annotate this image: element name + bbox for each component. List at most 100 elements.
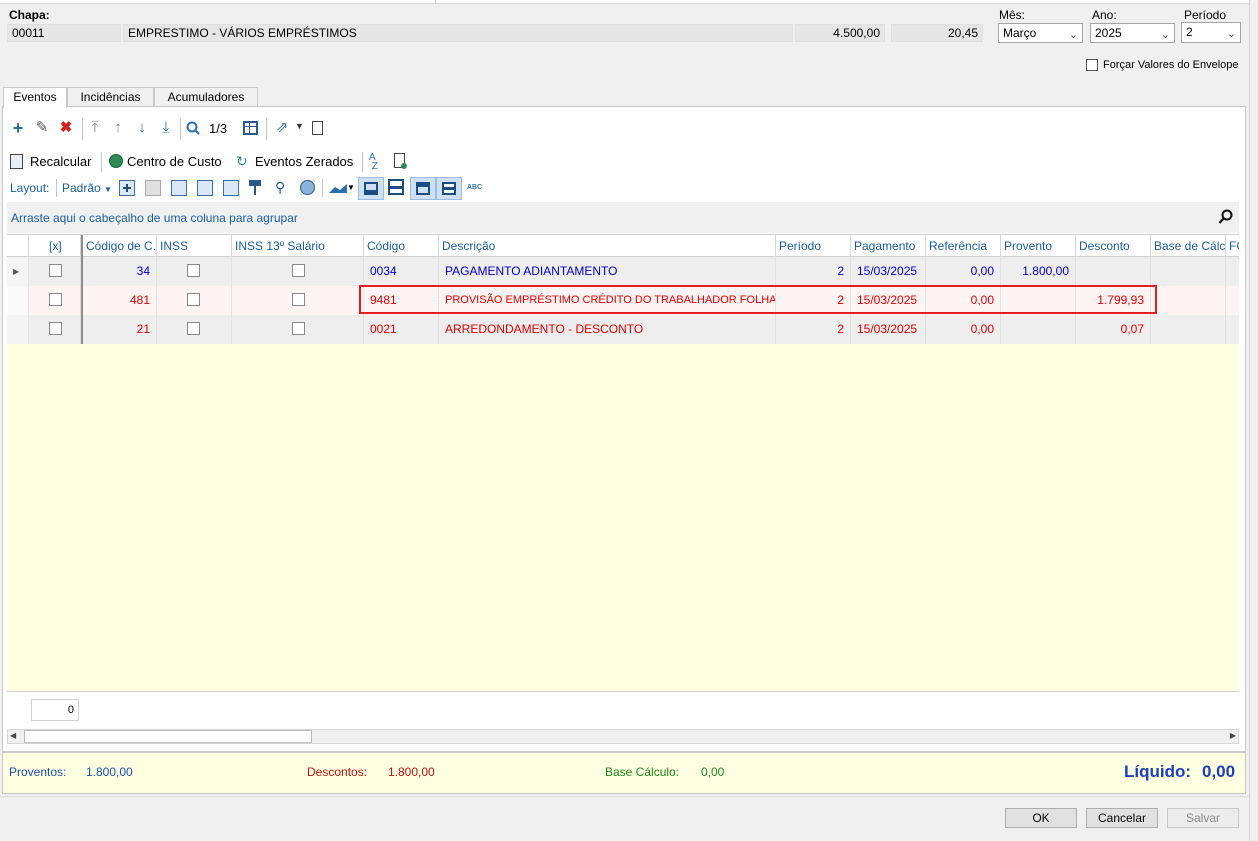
- cell-codigo-c: 34: [81, 257, 157, 286]
- description-field[interactable]: EMPRESTIMO - VÁRIOS EMPRÉSTIMOS: [123, 24, 793, 42]
- current-row-indicator-icon: ▶: [7, 257, 29, 286]
- periodo-label: Período: [1184, 8, 1227, 22]
- mes-select[interactable]: Março ⌄: [998, 23, 1083, 43]
- export-icon[interactable]: ⇗: [274, 120, 290, 136]
- add-row-icon[interactable]: [119, 180, 135, 196]
- view-top-button[interactable]: [410, 177, 436, 200]
- cell-codigo: 0021: [364, 315, 439, 344]
- col-desconto[interactable]: Desconto: [1076, 235, 1151, 257]
- row-select[interactable]: [29, 257, 81, 286]
- search-icon[interactable]: [186, 121, 200, 135]
- horizontal-scrollbar[interactable]: ◀ ▶: [7, 729, 1239, 744]
- row-select[interactable]: [29, 286, 81, 315]
- recalcular-button[interactable]: Recalcular: [30, 154, 91, 170]
- cell-desconto: 0,07: [1076, 315, 1151, 344]
- export-dropdown-icon[interactable]: ▼: [295, 121, 304, 131]
- rate-field[interactable]: 20,45: [891, 24, 983, 42]
- row-select[interactable]: [29, 315, 81, 344]
- separator: [266, 118, 267, 140]
- move-last-icon[interactable]: ⤓: [158, 120, 174, 136]
- paint-roller-icon[interactable]: [249, 180, 263, 196]
- forcar-checkbox[interactable]: [1086, 59, 1098, 71]
- separator: [82, 118, 83, 140]
- ok-button[interactable]: OK: [1005, 808, 1077, 828]
- move-down-icon[interactable]: ↓: [134, 120, 150, 136]
- col-inss[interactable]: INSS: [157, 235, 232, 257]
- eventos-zerados-button[interactable]: Eventos Zerados: [255, 154, 353, 170]
- table-row[interactable]: 481 9481 PROVISÃO EMPRÉSTIMO CRÉDITO DO …: [7, 286, 1239, 315]
- cell-descricao: PAGAMENTO ADIANTAMENTO: [439, 257, 776, 286]
- document-icon[interactable]: [312, 121, 323, 135]
- inss13-checkbox[interactable]: [232, 286, 364, 315]
- abc-icon[interactable]: ABC: [467, 184, 482, 191]
- group-hint: Arraste aqui o cabeçalho de uma coluna p…: [11, 211, 298, 225]
- col-codigo-c[interactable]: Código de C...: [81, 235, 157, 257]
- inss-checkbox[interactable]: [157, 315, 232, 344]
- sort-az-icon[interactable]: A Z: [369, 153, 378, 172]
- scrollbar-thumb[interactable]: [24, 730, 312, 743]
- inss13-checkbox[interactable]: [232, 257, 364, 286]
- pin-icon[interactable]: ⚲: [275, 179, 285, 196]
- row-indicator: [7, 315, 29, 344]
- col-periodo[interactable]: Período: [776, 235, 851, 257]
- save-button[interactable]: Salvar: [1167, 808, 1239, 828]
- separator: [180, 118, 181, 140]
- liquido-label: Líquido:: [1124, 762, 1192, 781]
- view-full-button[interactable]: [436, 177, 462, 200]
- columns-icon[interactable]: [243, 121, 258, 135]
- col-inss-13[interactable]: INSS 13º Salário: [232, 235, 364, 257]
- col-referencia[interactable]: Referência: [926, 235, 1001, 257]
- view-middle-button[interactable]: [388, 179, 404, 195]
- col-codigo[interactable]: Código: [364, 235, 439, 257]
- tab-acumuladores[interactable]: Acumuladores: [154, 87, 258, 107]
- view-bottom-button[interactable]: [358, 177, 384, 200]
- remove-row-icon[interactable]: [145, 180, 161, 196]
- edit-icon[interactable]: ✎: [34, 120, 50, 136]
- base-calculo-label: Base Cálculo:: [605, 765, 680, 779]
- wrap-icon[interactable]: [171, 180, 187, 196]
- inss-checkbox[interactable]: [157, 257, 232, 286]
- scroll-left-icon[interactable]: ◀: [10, 731, 16, 740]
- layout-select[interactable]: Padrão ▼: [62, 181, 112, 195]
- move-top-icon[interactable]: [197, 180, 213, 196]
- amount-field[interactable]: 4.500,00: [795, 24, 885, 42]
- col-descricao[interactable]: Descrição: [439, 235, 776, 257]
- cell-referencia: 0,00: [926, 257, 1001, 286]
- move-bottom-icon[interactable]: [223, 180, 239, 196]
- search-icon[interactable]: [1218, 209, 1234, 225]
- col-base-calculo[interactable]: Base de Cálc...: [1151, 235, 1226, 257]
- tab-eventos[interactable]: Eventos: [3, 87, 67, 108]
- inss13-checkbox[interactable]: [232, 315, 364, 344]
- cell-descricao: PROVISÃO EMPRÉSTIMO CRÉDITO DO TRABALHAD…: [439, 286, 776, 315]
- separator: [101, 152, 102, 172]
- window-edge: [1249, 0, 1258, 841]
- liquido-value: 0,00: [1202, 762, 1236, 781]
- report-icon[interactable]: [394, 153, 407, 169]
- tab-incidencias[interactable]: Incidências: [67, 87, 154, 107]
- chart-icon[interactable]: [329, 182, 347, 193]
- col-fg[interactable]: FG: [1226, 235, 1239, 257]
- col-pagamento[interactable]: Pagamento: [851, 235, 926, 257]
- centro-custo-button[interactable]: Centro de Custo: [127, 154, 222, 170]
- cancel-button[interactable]: Cancelar: [1086, 808, 1158, 828]
- add-icon[interactable]: +: [10, 119, 26, 137]
- count-field[interactable]: 0: [31, 699, 79, 721]
- move-first-icon[interactable]: ⤒: [87, 120, 103, 136]
- inss-checkbox[interactable]: [157, 286, 232, 315]
- periodo-select[interactable]: 2 ⌄: [1181, 22, 1241, 43]
- delete-icon[interactable]: ✖: [58, 120, 74, 136]
- move-up-icon[interactable]: ↑: [110, 120, 126, 136]
- col-provento[interactable]: Provento: [1001, 235, 1076, 257]
- col-select-all[interactable]: [x]: [29, 235, 81, 257]
- table-row[interactable]: ▶ 34 0034 PAGAMENTO ADIANTAMENTO 2 15/03…: [7, 257, 1239, 286]
- cell-codigo: 0034: [364, 257, 439, 286]
- chapa-field[interactable]: 00011: [7, 24, 121, 42]
- table-row[interactable]: 21 0021 ARREDONDAMENTO - DESCONTO 2 15/0…: [7, 315, 1239, 344]
- ano-select[interactable]: 2025 ⌄: [1090, 23, 1175, 43]
- color-icon[interactable]: [300, 180, 315, 195]
- cell-referencia: 0,00: [926, 315, 1001, 344]
- scroll-right-icon[interactable]: ▶: [1230, 731, 1236, 740]
- cell-periodo: 2: [776, 286, 851, 315]
- chart-dropdown-icon[interactable]: ▼: [347, 183, 355, 192]
- group-panel[interactable]: Arraste aqui o cabeçalho de uma coluna p…: [7, 202, 1239, 233]
